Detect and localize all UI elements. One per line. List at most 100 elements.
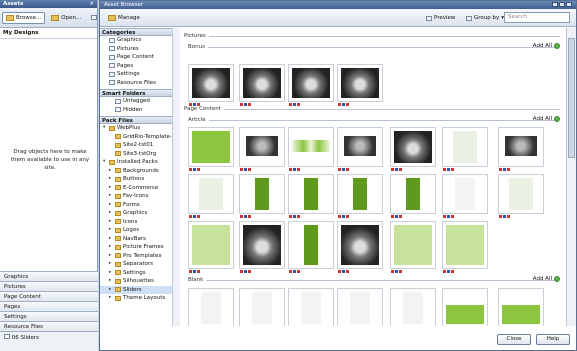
tree-item[interactable]: ▸ Fav-Icons	[100, 192, 179, 201]
expander-icon[interactable]: ▸	[109, 184, 113, 193]
tree-item[interactable]: ▾ Installed Packs	[100, 158, 179, 167]
expander-icon[interactable]: ▸	[109, 269, 113, 278]
expander-icon[interactable]: ▸	[109, 277, 113, 286]
tree-item[interactable]: ▸ Icons	[100, 218, 179, 227]
expander-icon[interactable]: ▸	[109, 235, 113, 244]
add-all-button[interactable]: Add All	[533, 276, 560, 282]
tree-section-header[interactable]: Categories	[100, 28, 179, 36]
asset-thumbnail[interactable]	[498, 174, 544, 218]
expander-icon[interactable]: ▸	[109, 294, 113, 303]
asset-thumbnail[interactable]	[337, 64, 383, 106]
asset-thumbnail[interactable]	[288, 64, 334, 106]
close-icon[interactable]	[566, 1, 572, 7]
asset-thumbnail[interactable]	[390, 221, 436, 273]
tree-item[interactable]: Graphics	[100, 36, 179, 45]
tree-item[interactable]: ▸ Settings	[100, 269, 179, 278]
search-input[interactable]: Search	[504, 12, 570, 23]
asset-thumbnail[interactable]	[188, 221, 234, 273]
expander-icon[interactable]: ▸	[109, 260, 113, 269]
tree-item[interactable]: Hidden	[100, 106, 179, 115]
asset-thumbnail[interactable]	[337, 127, 383, 171]
expander-icon[interactable]: ▾	[103, 124, 107, 133]
tree-item[interactable]: ▸ Separators	[100, 260, 179, 269]
expander-icon[interactable]: ▸	[109, 252, 113, 261]
expander-icon[interactable]: ▸	[109, 226, 113, 235]
expander-icon[interactable]: ▸	[109, 243, 113, 252]
tree-item[interactable]: ▸ Theme Layouts	[100, 294, 179, 303]
asset-thumbnail[interactable]	[442, 174, 488, 218]
asset-thumbnail[interactable]	[390, 288, 436, 326]
tree-item[interactable]: Page Content	[100, 53, 179, 62]
close-button[interactable]: Close	[497, 334, 531, 345]
open-button[interactable]: Open...	[47, 12, 85, 24]
asset-thumbnail[interactable]	[188, 127, 234, 171]
tab-my-designs[interactable]: My Designs	[0, 28, 97, 39]
expander-icon[interactable]: ▸	[109, 209, 113, 218]
tree-item[interactable]: ▸ Forms	[100, 201, 179, 210]
tree-section-header[interactable]: Smart Folders	[100, 89, 179, 97]
add-all-button[interactable]: Add All	[533, 116, 560, 122]
asset-thumbnail[interactable]	[288, 221, 334, 273]
asset-thumbnail[interactable]	[498, 127, 544, 171]
expander-icon[interactable]: ▸	[109, 286, 113, 295]
expander-icon[interactable]: ▸	[109, 167, 113, 176]
tree-item[interactable]: ▸ Silhouettes	[100, 277, 179, 286]
asset-thumbnail[interactable]	[390, 174, 436, 218]
accordion-graphics[interactable]: Graphics	[0, 271, 98, 281]
tree-item[interactable]: ▸ Backgrounds	[100, 167, 179, 176]
tree-item[interactable]: Settings	[100, 70, 179, 79]
tree-item[interactable]: Resource Files	[100, 79, 179, 88]
asset-thumbnail[interactable]	[288, 127, 334, 171]
manage-button[interactable]: Manage	[104, 12, 144, 24]
asset-thumbnail[interactable]	[337, 288, 383, 326]
tree-item[interactable]: Untagged	[100, 97, 179, 106]
asset-thumbnail[interactable]	[498, 288, 544, 326]
asset-thumbnail[interactable]	[337, 221, 383, 273]
tree-item[interactable]: ▸ Graphics	[100, 209, 179, 218]
asset-thumbnail[interactable]	[239, 127, 285, 171]
checkbox-icon[interactable]	[4, 334, 10, 339]
asset-thumbnail[interactable]	[442, 288, 488, 326]
tree-item[interactable]: ▸ Sliders	[100, 285, 179, 295]
tree-item[interactable]: Pictures	[100, 45, 179, 54]
help-button[interactable]: Help	[536, 334, 570, 345]
tree-item[interactable]: ▸ Pro Templates	[100, 252, 179, 261]
expander-icon[interactable]: ▸	[109, 192, 113, 201]
maximize-icon[interactable]	[559, 1, 565, 7]
expander-icon[interactable]: ▾	[103, 158, 107, 167]
asset-thumbnail[interactable]	[390, 127, 436, 171]
tree-section-header[interactable]: Pack Files	[100, 116, 179, 124]
accordion-pages[interactable]: Pages	[0, 301, 98, 311]
asset-thumbnail[interactable]	[188, 288, 234, 326]
grid-scrollbar[interactable]	[566, 28, 576, 326]
accordion-pictures[interactable]: Pictures	[0, 281, 98, 291]
close-icon[interactable]: ✕	[89, 1, 94, 7]
scroll-thumb[interactable]	[568, 38, 575, 158]
asset-thumbnail[interactable]	[288, 288, 334, 326]
accordion-resource-files[interactable]: Resource Files	[0, 321, 98, 331]
tree-item[interactable]: ▸ NavBars	[100, 235, 179, 244]
expander-icon[interactable]: ▸	[109, 201, 113, 210]
asset-thumbnail[interactable]	[239, 174, 285, 218]
tree-item[interactable]: ▸ Logos	[100, 226, 179, 235]
tree-scrollbar[interactable]	[172, 28, 180, 326]
add-all-button[interactable]: Add All	[533, 43, 560, 49]
asset-thumbnail[interactable]	[188, 174, 234, 218]
tree-item[interactable]: ▸ Buttons	[100, 175, 179, 184]
accordion-page-content[interactable]: Page Content	[0, 291, 98, 301]
group-by-dropdown[interactable]: Group by ▾	[462, 12, 508, 24]
accordion-settings[interactable]: Settings	[0, 311, 98, 321]
tree-item[interactable]: ▸ Picture Frames	[100, 243, 179, 252]
tree-item[interactable]: GridRio-Template-rp	[100, 133, 179, 142]
minimize-icon[interactable]	[552, 1, 558, 7]
preview-button[interactable]: Preview	[422, 12, 459, 24]
tree-item[interactable]: Site2-tst01	[100, 141, 179, 150]
asset-thumbnail[interactable]	[442, 221, 488, 273]
asset-thumbnail[interactable]	[239, 221, 285, 273]
asset-thumbnail[interactable]	[337, 174, 383, 218]
tree-item[interactable]: Site3-tstOrg	[100, 150, 179, 159]
asset-thumbnail[interactable]	[288, 174, 334, 218]
tree-item[interactable]: ▾ WebPlus	[100, 124, 179, 133]
expander-icon[interactable]: ▸	[109, 218, 113, 227]
tree-item[interactable]: Pages	[100, 62, 179, 71]
